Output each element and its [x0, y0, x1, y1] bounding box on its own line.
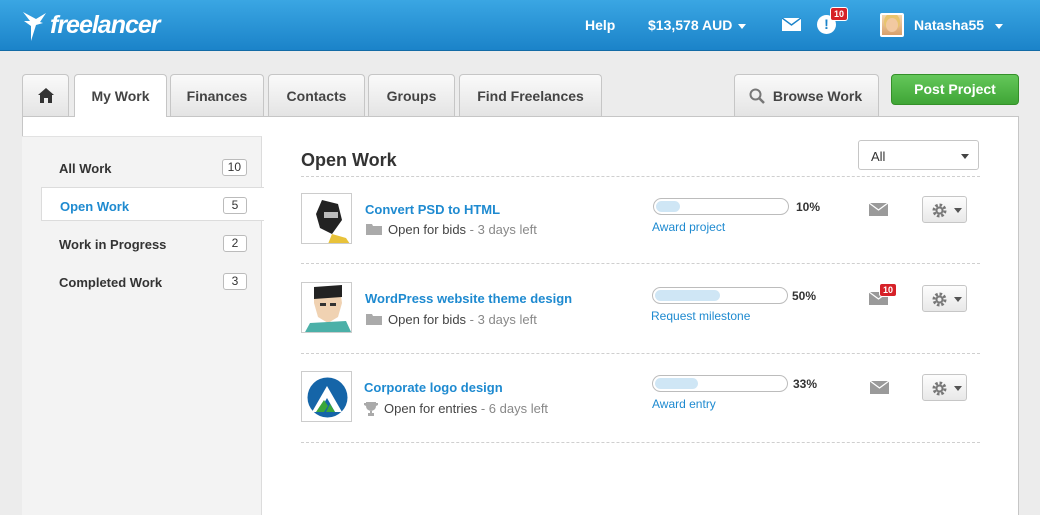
sidebar-item-label: Completed Work	[59, 275, 163, 290]
award-project-link[interactable]: Award project	[652, 220, 725, 234]
project-title-link[interactable]: WordPress website theme design	[365, 291, 572, 306]
sidebar: All Work 10 Open Work 5 Work in Progress…	[22, 136, 264, 515]
user-menu[interactable]: Natasha55	[914, 17, 1004, 33]
project-status: Open for entries - 6 days left	[364, 401, 548, 416]
project-thumbnail-image	[302, 194, 351, 243]
status-label: Open for entries	[384, 401, 478, 416]
progress-fill	[656, 201, 680, 212]
freelancer-logo[interactable]: freelancer	[22, 9, 161, 43]
project-status: Open for bids - 3 days left	[366, 222, 537, 237]
progress-bar	[652, 287, 788, 304]
envelope-icon[interactable]	[870, 381, 889, 394]
award-entry-link[interactable]: Award entry	[652, 397, 716, 411]
chevron-down-icon	[954, 208, 962, 213]
sidebar-item-all-work[interactable]: All Work 10	[41, 150, 262, 184]
tab-my-work[interactable]: My Work	[74, 74, 167, 117]
sidebar-item-label: All Work	[59, 161, 112, 176]
count-badge: 5	[223, 197, 247, 214]
count-badge: 2	[223, 235, 247, 252]
balance-dropdown[interactable]: $13,578 AUD	[648, 17, 747, 33]
count-badge: 10	[221, 159, 247, 176]
progress-fill	[655, 378, 698, 389]
tab-home[interactable]	[22, 74, 69, 116]
progress-bar	[652, 375, 788, 392]
project-settings-button[interactable]	[922, 285, 967, 312]
username-label: Natasha55	[914, 17, 985, 33]
divider	[301, 176, 980, 177]
tab-groups[interactable]: Groups	[368, 74, 455, 116]
progress-percent: 50%	[792, 289, 817, 303]
project-title-link[interactable]: Corporate logo design	[364, 380, 503, 395]
gear-icon	[932, 292, 947, 307]
sidebar-item-label: Open Work	[60, 199, 130, 214]
request-milestone-link[interactable]: Request milestone	[651, 309, 750, 323]
status-label: Open for bids	[388, 222, 467, 237]
project-settings-button[interactable]	[922, 374, 967, 401]
chevron-down-icon	[995, 23, 1004, 29]
notifications-badge: 10	[830, 7, 849, 21]
sidebar-item-completed-work[interactable]: Completed Work 3	[41, 264, 262, 298]
project-status: Open for bids - 3 days left	[366, 312, 537, 327]
filter-value: All	[871, 149, 886, 164]
project-thumbnail-image	[302, 372, 351, 421]
browse-work-label: Browse Work	[772, 88, 863, 104]
status-label: Open for bids	[388, 312, 467, 327]
filter-select[interactable]: All	[858, 140, 979, 170]
time-left: - 3 days left	[469, 312, 537, 327]
count-badge: 3	[223, 273, 247, 290]
gear-icon	[932, 381, 947, 396]
chevron-down-icon	[954, 386, 962, 391]
project-thumbnail-image	[302, 283, 351, 332]
project-title-link[interactable]: Convert PSD to HTML	[365, 202, 500, 217]
chevron-down-icon	[954, 297, 962, 302]
project-thumbnail[interactable]	[301, 371, 352, 422]
alert-icon: !	[824, 16, 829, 32]
project-settings-button[interactable]	[922, 196, 967, 223]
tab-find-freelances[interactable]: Find Freelances	[459, 74, 602, 116]
envelope-icon[interactable]	[869, 203, 888, 216]
message-count-badge: 10	[879, 283, 898, 297]
logo-wordmark: freelancer	[50, 10, 161, 39]
home-icon	[38, 88, 54, 103]
sidebar-item-work-in-progress[interactable]: Work in Progress 2	[41, 226, 262, 260]
progress-fill	[655, 290, 720, 301]
divider	[301, 353, 980, 354]
trophy-icon	[364, 401, 378, 416]
tab-finances[interactable]: Finances	[170, 74, 264, 116]
bird-logo-icon	[23, 12, 46, 41]
chevron-down-icon	[961, 154, 969, 159]
balance-label: $13,578 AUD	[648, 17, 733, 33]
chevron-down-icon	[738, 23, 747, 29]
envelope-icon[interactable]	[782, 18, 801, 31]
progress-percent: 10%	[796, 200, 821, 214]
project-thumbnail[interactable]	[301, 193, 352, 244]
divider	[301, 263, 980, 264]
folder-icon	[366, 314, 382, 326]
tab-contacts[interactable]: Contacts	[268, 74, 365, 116]
browse-work-button[interactable]: Browse Work	[734, 74, 879, 116]
project-thumbnail[interactable]	[301, 282, 352, 333]
time-left: - 6 days left	[480, 401, 549, 416]
top-navigation-bar: freelancer Help $13,578 AUD ! 10 Natasha…	[0, 0, 1040, 51]
sidebar-item-label: Work in Progress	[59, 237, 167, 252]
post-project-button[interactable]: Post Project	[891, 74, 1019, 105]
search-icon	[749, 88, 765, 104]
sidebar-item-open-work[interactable]: Open Work 5	[41, 187, 264, 221]
time-left: - 3 days left	[469, 222, 537, 237]
avatar[interactable]	[880, 13, 904, 37]
progress-bar	[653, 198, 789, 215]
divider	[301, 442, 980, 443]
help-link[interactable]: Help	[585, 17, 615, 33]
folder-icon	[366, 224, 382, 236]
progress-percent: 33%	[793, 377, 818, 391]
page-title: Open Work	[301, 150, 397, 170]
gear-icon	[932, 203, 947, 218]
